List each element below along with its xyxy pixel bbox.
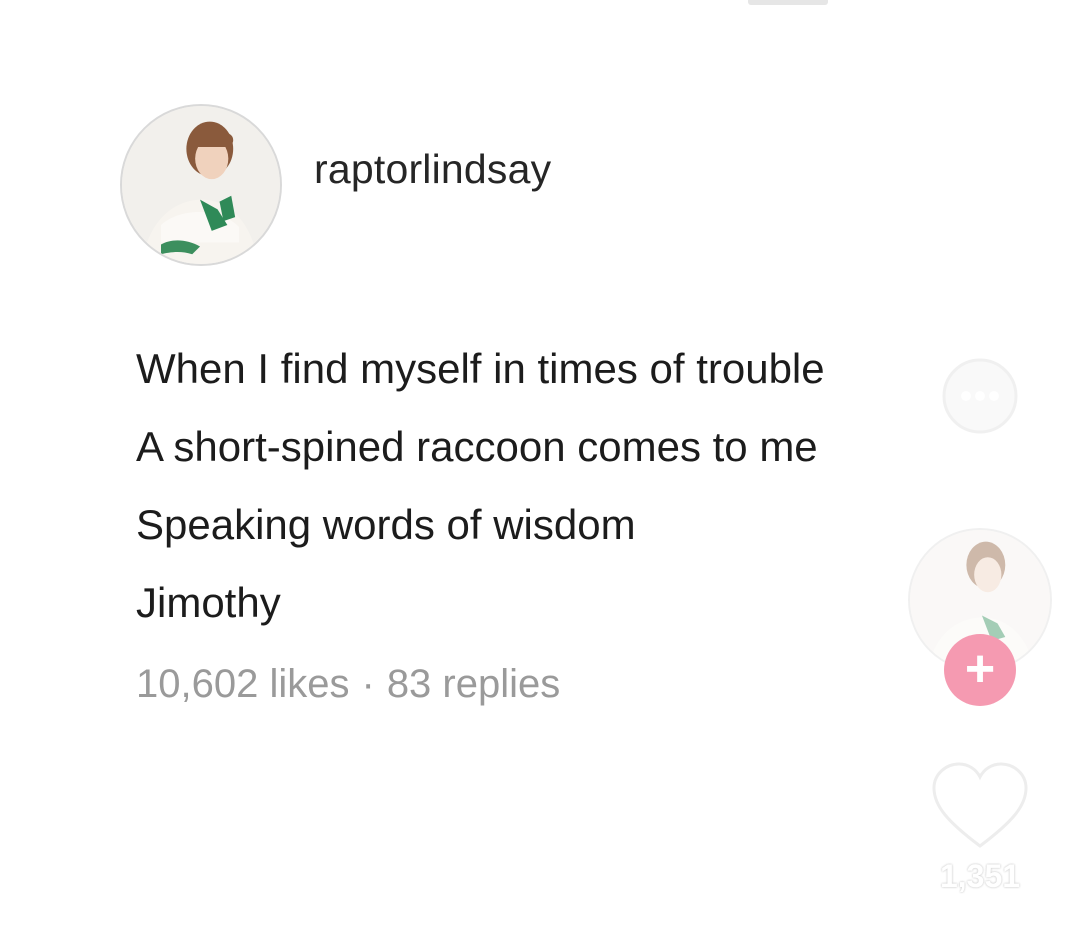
heart-icon[interactable] <box>928 758 1032 854</box>
post-line: Speaking words of wisdom <box>136 501 636 548</box>
post-line: When I find myself in times of trouble <box>136 345 825 392</box>
follow-button[interactable]: + <box>944 634 1016 706</box>
post-line: Jimothy <box>136 579 281 626</box>
meta-separator: · <box>361 662 375 706</box>
avatar-photo <box>122 106 280 264</box>
replies-count[interactable]: 83 replies <box>387 662 560 706</box>
post-line: A short-spined raccoon comes to me <box>136 423 818 470</box>
top-edge-element <box>748 0 828 5</box>
like-count: 1,351 <box>939 858 1021 894</box>
post-text: When I find myself in times of trouble A… <box>136 330 956 642</box>
user-avatar[interactable] <box>120 104 282 266</box>
likes-count[interactable]: 10,602 likes <box>136 662 349 706</box>
comment-bubble-icon[interactable] <box>930 348 1030 448</box>
username[interactable]: raptorlindsay <box>314 146 551 193</box>
post-meta: 10,602 likes · 83 replies <box>136 662 560 707</box>
